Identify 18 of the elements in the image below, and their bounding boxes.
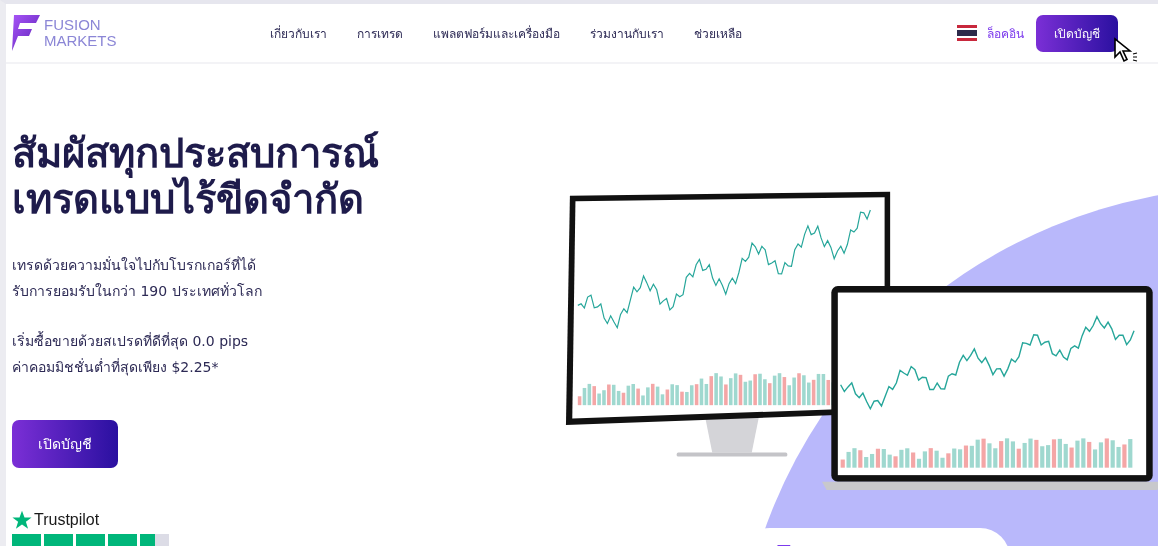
- hero-text: เทรดด้วยความมั่นใจไปกับโบรกเกอร์ที่ได้: [12, 255, 257, 275]
- nav-link[interactable]: แพลตฟอร์มและเครื่องมือ: [433, 23, 560, 43]
- nav-link[interactable]: ร่วมงานกับเรา: [590, 23, 664, 43]
- open-account-button[interactable]: เปิดบัญชี: [1036, 14, 1118, 52]
- hero-text: รับการยอมรับในกว่า 190 ประเทศทั่วโลก: [12, 281, 263, 301]
- logo-icon[interactable]: [10, 13, 40, 53]
- hero-text: ค่าคอมมิชชั่นต่ำที่สุดเพียง $2.25*: [12, 357, 220, 378]
- hero-title: สัมผัสทุกประสบการณ์: [12, 130, 380, 176]
- hero-title: เทรดแบบไร้ขีดจำกัด: [12, 176, 364, 222]
- star-icon: [12, 510, 32, 530]
- nav-link[interactable]: ช่วยเหลือ: [694, 23, 742, 43]
- hero-text: เริ่มซื้อขายด้วยสเปรดที่ดีที่สุด 0.0 pips: [12, 330, 250, 352]
- nav-link[interactable]: เกี่ยวกับเรา: [270, 23, 327, 43]
- thai-flag-icon[interactable]: [957, 25, 977, 41]
- login-link[interactable]: ล็อคอิน: [987, 23, 1024, 43]
- trustpilot-label: Trustpilot: [34, 511, 100, 529]
- open-account-button[interactable]: เปิดบัญชี: [12, 420, 118, 468]
- nav-link[interactable]: การเทรด: [357, 23, 403, 43]
